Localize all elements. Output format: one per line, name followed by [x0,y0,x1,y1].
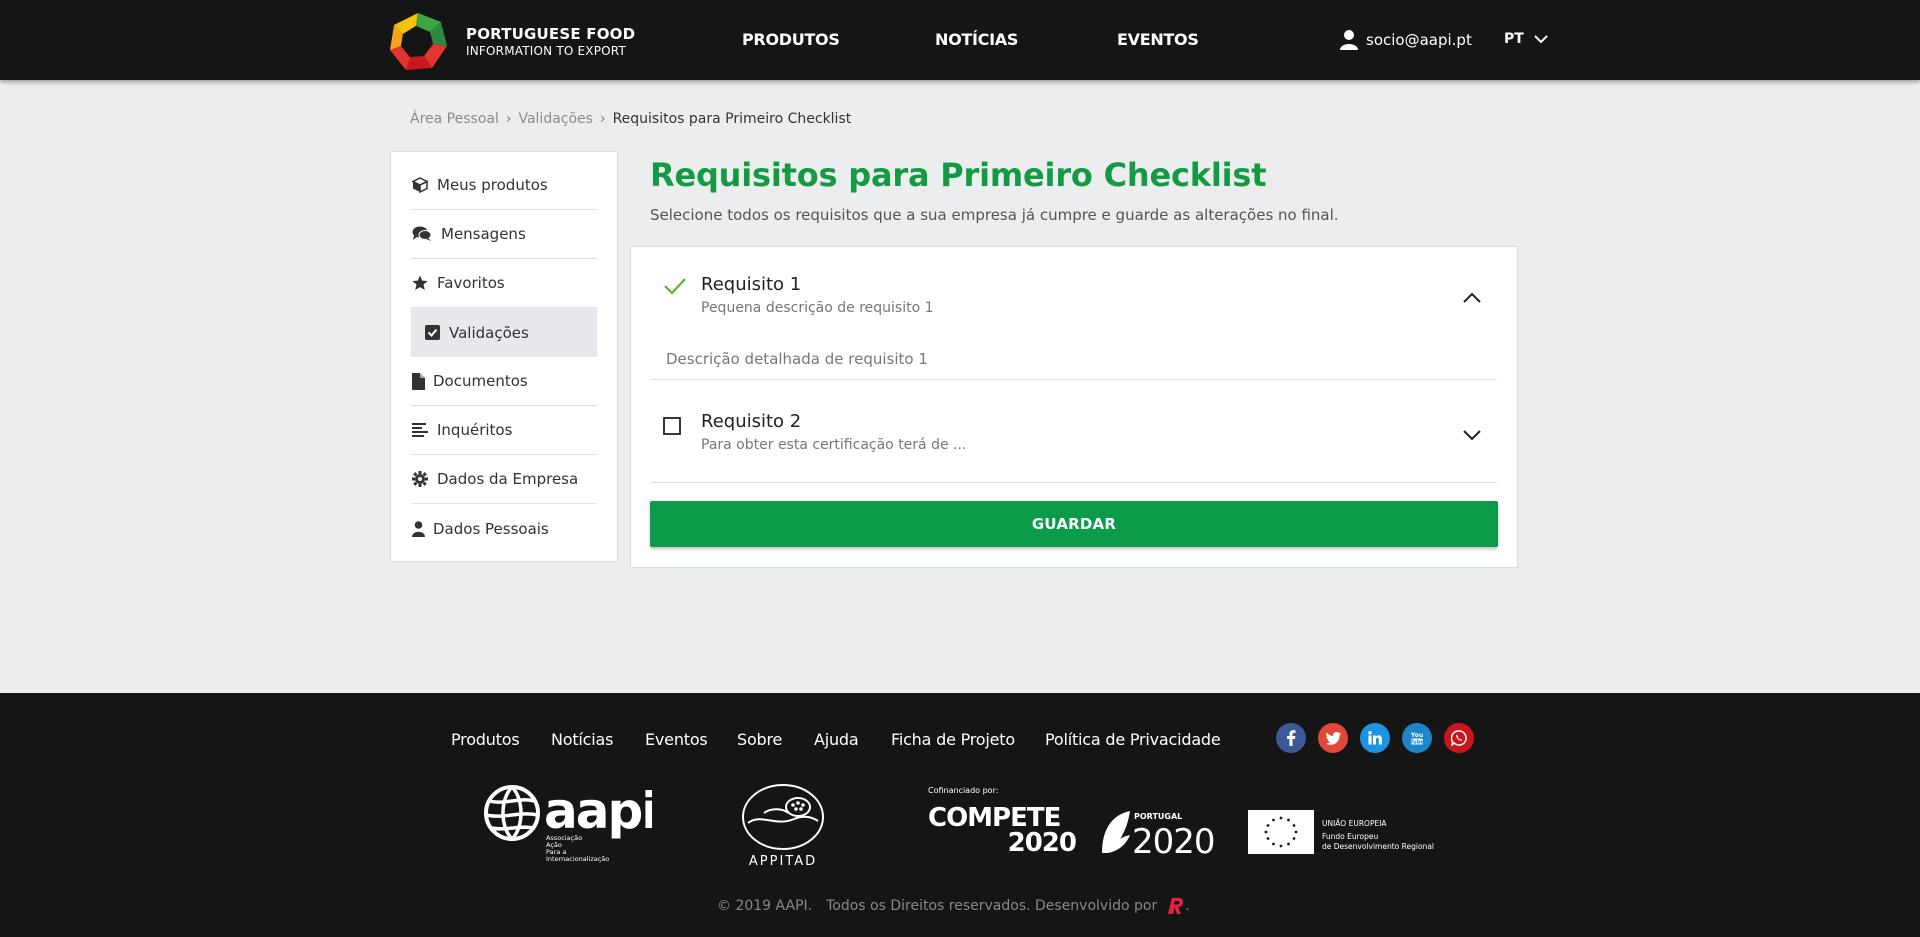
compete2020-logo[interactable]: Cofinanciado por: COMPETE 2020 [926,785,1086,855]
eu-flag-logo[interactable]: UNIÃO EUROPEIA Fundo Europeu de Desenvol… [1248,810,1440,856]
brand-title: PORTUGUESE FOOD [466,25,636,43]
breadcrumb-current: Requisitos para Primeiro Checklist [612,111,852,127]
sidebar-item-label: Validações [449,323,529,342]
check-icon[interactable] [663,277,687,295]
checkbox-empty-icon[interactable] [663,417,681,435]
eu-label-1: UNIÃO EUROPEIA [1322,819,1387,828]
language-selector[interactable]: PT [1504,31,1548,47]
requirement-item-1[interactable]: Requisito 1 Pequena descrição de requisi… [651,247,1497,380]
footer-link-politica-privacidade[interactable]: Política de Privacidade [1045,730,1221,749]
sidebar-item-documentos[interactable]: Documentos [411,357,597,406]
user-icon [1340,30,1358,50]
sidebar-item-label: Dados Pessoais [433,519,549,538]
brand-subtitle: INFORMATION TO EXPORT [466,44,627,58]
requirement-title: Requisito 1 [701,274,802,295]
file-icon [411,372,425,390]
nav-produtos[interactable]: PRODUTOS [742,30,840,49]
chevron-up-icon[interactable] [1463,292,1481,303]
language-label: PT [1504,31,1524,47]
nav-eventos[interactable]: EVENTOS [1117,30,1199,49]
sidebar-item-label: Mensagens [441,225,526,243]
linkedin-icon[interactable] [1360,723,1390,753]
portugal2020-logo[interactable]: PORTUGAL 2020 [1100,809,1234,857]
brand-text[interactable]: PORTUGUESE FOOD INFORMATION TO EXPORT [466,25,635,59]
sidebar-item-mensagens[interactable]: Mensagens [411,210,597,259]
requirement-title: Requisito 2 [701,411,802,432]
page-title: Requisitos para Primeiro Checklist [650,156,1267,194]
save-button[interactable]: GUARDAR [650,501,1498,547]
nav-noticias[interactable]: NOTÍCIAS [935,30,1018,49]
sidebar-item-dados-pessoais[interactable]: Dados Pessoais [411,504,597,553]
developer-logo-icon[interactable] [1165,896,1185,916]
user-icon [411,520,425,538]
sidebar-item-label: Dados da Empresa [437,470,579,488]
aapi-logo[interactable]: aapi Associação Ação Para a Internaciona… [482,783,652,869]
cofinanced-label: Cofinanciado por: [928,786,998,795]
appitad-wordmark: APPITAD [749,854,817,869]
aapi-tagline-4: Internacionalização [546,855,609,863]
requirement-short-desc: Pequena descrição de requisito 1 [701,300,934,316]
check-square-icon [423,324,441,342]
footer-link-eventos[interactable]: Eventos [645,730,708,749]
box-icon [411,176,429,194]
breadcrumb-separator: › [599,111,606,127]
sidebar-item-label: Favoritos [437,274,505,292]
breadcrumb-validacoes[interactable]: Validações [518,111,592,127]
star-icon [411,274,429,292]
footer-link-ficha-projeto[interactable]: Ficha de Projeto [891,730,1015,749]
sidebar-item-label: Documentos [433,372,528,390]
sidebar-item-label: Inquéritos [437,421,513,439]
sidebar-item-favoritos[interactable]: Favoritos [411,259,597,308]
footer-link-sobre[interactable]: Sobre [737,730,782,749]
svg-text:Tube: Tube [1410,740,1424,746]
comments-icon [411,225,433,243]
page-subtitle: Selecione todos os requisitos que a sua … [650,206,1339,224]
sidebar-item-dados-empresa[interactable]: Dados da Empresa [411,455,597,504]
chevron-down-icon[interactable] [1463,430,1481,441]
align-left-icon [411,421,429,439]
breadcrumb: Área Pessoal › Validações › Requisitos p… [410,111,851,127]
requirement-detail: Descrição detalhada de requisito 1 [666,350,928,368]
requirement-short-desc: Para obter esta certificação terá de ... [701,437,967,453]
requirement-item-2[interactable]: Requisito 2 Para obter esta certificação… [651,380,1497,483]
footer: Produtos Notícias Eventos Sobre Ajuda Fi… [0,693,1920,937]
portugal-label: PORTUGAL [1134,812,1182,821]
sidebar-item-validacoes[interactable]: Validações [411,308,597,357]
eu-label-3: de Desenvolvimento Regional [1322,842,1434,851]
eu-label-2: Fundo Europeu [1322,832,1379,841]
copyright: © 2019 AAPI. Todos os Direitos reservado… [717,896,1190,916]
breadcrumb-area-pessoal[interactable]: Área Pessoal [410,111,499,127]
copyright-rights: Todos os Direitos reservados. Desenvolvi… [826,898,1158,914]
chevron-down-icon [1534,34,1548,43]
portugal-year: 2020 [1132,822,1215,857]
youtube-icon[interactable]: You Tube [1402,723,1432,753]
footer-link-ajuda[interactable]: Ajuda [814,730,859,749]
portuguese-food-logo[interactable] [386,10,450,74]
whatsapp-icon[interactable] [1444,723,1474,753]
user-account-menu[interactable]: socio@aapi.pt [1340,29,1472,51]
breadcrumb-separator: › [505,111,512,127]
account-sidebar: Meus produtos Mensagens Favoritos Valida… [390,151,618,562]
footer-link-produtos[interactable]: Produtos [451,730,520,749]
divider [651,482,1497,483]
sidebar-item-meus-produtos[interactable]: Meus produtos [411,161,597,210]
user-email: socio@aapi.pt [1366,31,1472,49]
sidebar-item-label: Meus produtos [437,176,548,194]
facebook-icon[interactable] [1276,723,1306,753]
top-header: PORTUGUESE FOOD INFORMATION TO EXPORT PR… [0,0,1920,80]
aapi-wordmark: aapi [544,783,652,840]
svg-text:You: You [1410,732,1423,739]
appitad-logo[interactable]: APPITAD [736,783,830,869]
compete-year: 2020 [1008,828,1076,855]
copyright-year: © 2019 AAPI. [717,898,813,914]
twitter-icon[interactable] [1318,723,1348,753]
sidebar-item-inqueritos[interactable]: Inquéritos [411,406,597,455]
gear-icon [411,470,429,488]
copyright-end: . [1185,898,1190,914]
footer-link-noticias[interactable]: Notícias [551,730,613,749]
